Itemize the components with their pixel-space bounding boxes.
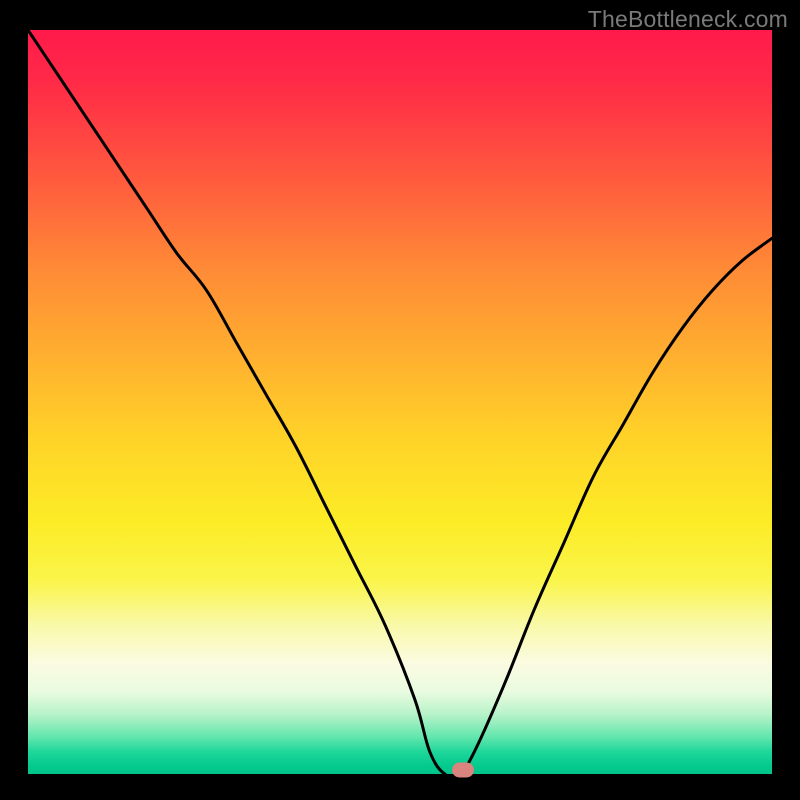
bottleneck-marker	[452, 763, 474, 778]
watermark-text: TheBottleneck.com	[588, 6, 788, 33]
chart-area	[28, 30, 772, 774]
chart-curve	[28, 30, 772, 774]
